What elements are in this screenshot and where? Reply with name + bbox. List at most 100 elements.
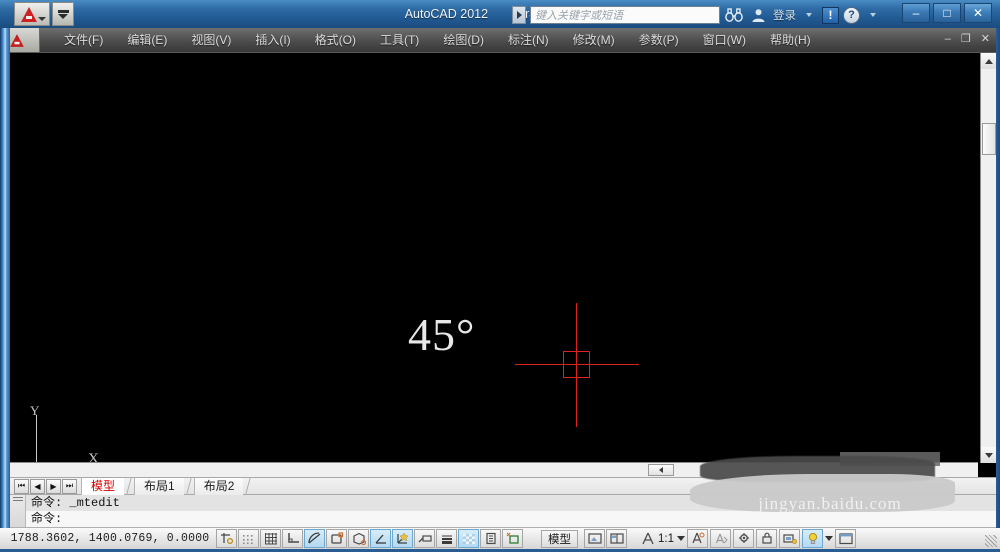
isolate-objects-dropdown-icon[interactable] (825, 536, 833, 541)
mtext-entity-45deg[interactable]: 45° (408, 308, 475, 361)
paper-space-view-button[interactable] (606, 529, 627, 548)
help-dropdown-icon[interactable] (870, 13, 876, 17)
menu-bar: 文件(F) 编辑(E) 视图(V) 插入(I) 格式(O) 工具(T) 绘图(D… (0, 28, 1000, 52)
model-space-button[interactable]: 模型 (541, 529, 578, 548)
tab-separator (243, 478, 254, 495)
ucs-y-label: Y (30, 403, 40, 418)
account-button[interactable] (748, 5, 768, 25)
annotation-autoscale-button[interactable] (710, 529, 731, 548)
coordinate-display[interactable]: 1788.3602, 1400.0769, 0.0000 (10, 532, 210, 545)
menu-insert[interactable]: 插入(I) (243, 30, 302, 50)
dynamic-ucs-toggle[interactable] (392, 529, 413, 548)
autocad-application-window: AutoCAD 2012 Drawing1.dwg 键入关键字或短语 (0, 0, 1000, 552)
tab-separator (124, 478, 135, 495)
tab-layout2[interactable]: 布局2 (193, 478, 244, 495)
sign-in-label[interactable]: 登录 (773, 7, 796, 23)
annotation-scale-control[interactable]: 1:1 (641, 532, 685, 546)
help-button[interactable]: ? (843, 6, 860, 24)
lineweight-toggle[interactable] (436, 529, 457, 548)
communication-center-button[interactable]: ! (822, 6, 839, 24)
scroll-up-button[interactable] (981, 53, 997, 69)
maximize-button[interactable]: □ (933, 3, 961, 23)
annotation-visibility-icon (691, 532, 704, 544)
menu-tools[interactable]: 工具(T) (368, 30, 431, 50)
annotation-scale-icon (642, 532, 654, 544)
annotation-visibility-button[interactable] (687, 529, 708, 548)
search-input[interactable]: 键入关键字或短语 (530, 6, 720, 24)
clean-screen-button[interactable] (835, 529, 856, 548)
command-line-text-area[interactable]: 命令: _mtedit 命令: (26, 495, 996, 527)
workspace-switching-button[interactable] (733, 529, 754, 548)
drawing-canvas[interactable]: 45° Y X (10, 53, 978, 463)
infer-constraints-toggle[interactable] (216, 529, 237, 548)
menu-dimension[interactable]: 标注(N) (496, 30, 561, 50)
snap-mode-toggle[interactable] (238, 529, 259, 548)
chevron-down-icon[interactable] (677, 536, 685, 541)
binoculars-icon (725, 8, 743, 22)
tab-layout1[interactable]: 布局1 (134, 478, 184, 495)
toolbar-lock-icon (761, 532, 772, 544)
menu-edit[interactable]: 编辑(E) (115, 30, 179, 50)
horizontal-scrollbar[interactable] (10, 462, 978, 477)
menu-view[interactable]: 视图(V) (179, 30, 243, 50)
resize-grip-icon[interactable] (985, 535, 997, 547)
grid-display-toggle[interactable] (260, 529, 281, 548)
horizontal-scroll-thumb[interactable] (648, 464, 674, 476)
doc-restore-button[interactable]: ❐ (961, 32, 971, 45)
drag-grip-icon (12, 497, 23, 503)
sign-in-dropdown-icon[interactable] (806, 13, 812, 17)
transparency-toggle[interactable] (458, 529, 479, 548)
object-snap-tracking-toggle[interactable] (370, 529, 391, 548)
scroll-up-arrow-icon (985, 58, 993, 64)
document-window-controls: – ❐ ✕ (945, 32, 990, 46)
dyn-input-icon (418, 535, 432, 543)
layout-tab-bar: ⏮ ◀ ▶ ⏭ 模型 布局1 布局2 (10, 477, 996, 495)
menu-draw[interactable]: 绘图(D) (431, 30, 496, 50)
menu-window[interactable]: 窗口(W) (691, 30, 758, 50)
qat-customize-button[interactable] (52, 2, 74, 26)
tab-model[interactable]: 模型 (81, 478, 125, 495)
command-line-drag-handle[interactable] (10, 495, 26, 527)
model-space-view-button[interactable] (584, 529, 605, 548)
doc-minimize-button[interactable]: – (945, 33, 951, 45)
autocad-logo-icon (21, 6, 37, 22)
tab-separator (183, 478, 194, 495)
search-button[interactable] (724, 5, 744, 25)
doc-close-button[interactable]: ✕ (981, 32, 990, 45)
quick-access-toolbar (14, 2, 74, 26)
selection-cycling-toggle[interactable] (502, 529, 523, 548)
vertical-scrollbar[interactable] (980, 53, 997, 463)
hardware-acceleration-button[interactable] (779, 529, 800, 548)
window-frame-left (0, 28, 10, 528)
first-tab-button[interactable]: ⏮ (14, 478, 29, 494)
command-prompt-line[interactable]: 命令: (26, 511, 996, 527)
next-tab-button[interactable]: ▶ (46, 478, 61, 494)
vertical-scroll-thumb[interactable] (982, 123, 996, 155)
minimize-button[interactable]: – (902, 3, 930, 23)
polar-tracking-toggle[interactable] (304, 529, 325, 548)
osnap-square-icon (330, 532, 343, 544)
menu-format[interactable]: 格式(O) (303, 30, 368, 50)
isolate-objects-button[interactable] (802, 529, 823, 548)
layout-tabs: 模型 布局1 布局2 (81, 477, 254, 495)
command-history-line: 命令: _mtedit (26, 495, 996, 511)
quick-properties-toggle[interactable] (480, 529, 501, 548)
infocenter-expand-button[interactable] (512, 6, 526, 24)
scroll-down-button[interactable] (981, 447, 997, 463)
close-button[interactable]: ✕ (964, 3, 992, 23)
menu-file[interactable]: 文件(F) (52, 30, 115, 50)
object-snap-toggle[interactable] (326, 529, 347, 548)
ortho-mode-toggle[interactable] (282, 529, 303, 548)
tab-navigation-buttons: ⏮ ◀ ▶ ⏭ (14, 478, 77, 494)
window-controls: – □ ✕ (902, 3, 992, 23)
last-tab-button[interactable]: ⏭ (62, 478, 77, 494)
menu-parametric[interactable]: 参数(P) (627, 30, 691, 50)
3d-object-snap-toggle[interactable] (348, 529, 369, 548)
menu-help[interactable]: 帮助(H) (758, 30, 823, 50)
application-menu-button[interactable] (14, 2, 50, 26)
dynamic-ucs-icon (396, 532, 409, 544)
prev-tab-button[interactable]: ◀ (30, 478, 45, 494)
dynamic-input-toggle[interactable] (414, 529, 435, 548)
menu-modify[interactable]: 修改(M) (561, 30, 627, 50)
toolbar-lock-button[interactable] (756, 529, 777, 548)
